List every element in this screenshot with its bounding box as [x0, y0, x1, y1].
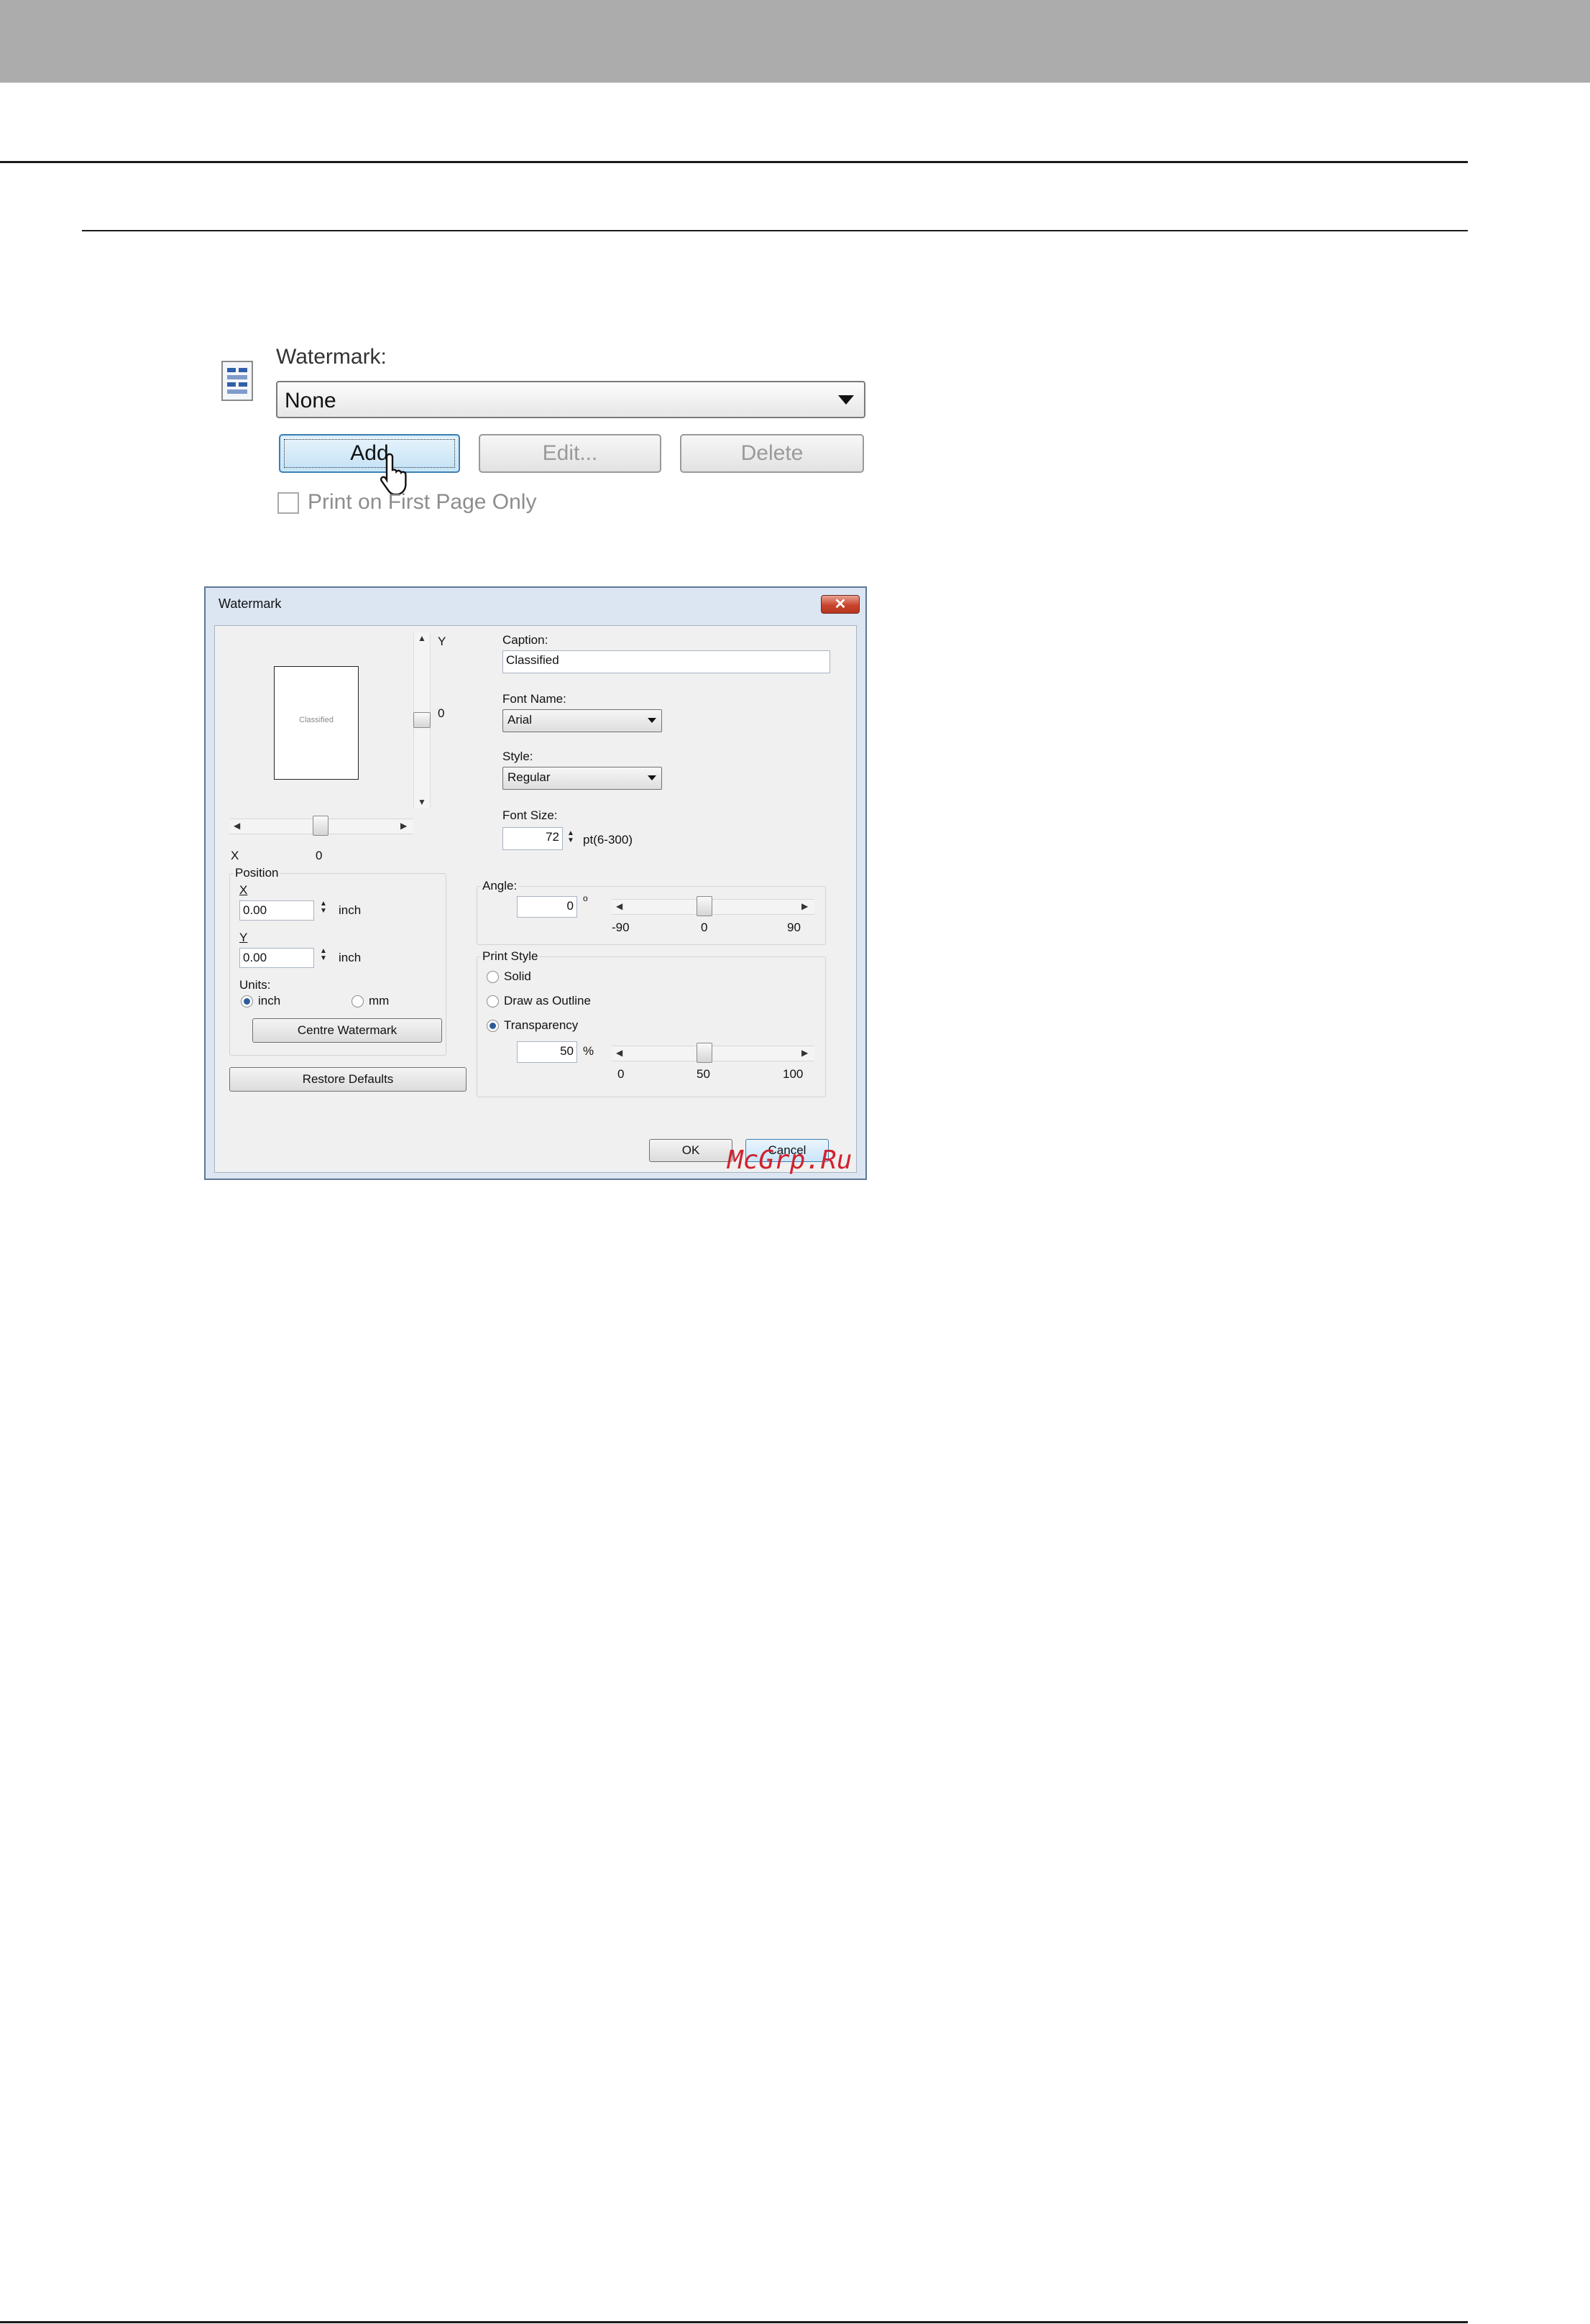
- header-rule-top: [0, 161, 1468, 163]
- scroll-up-icon[interactable]: ▲: [418, 633, 426, 643]
- unit-inch-radio[interactable]: [241, 995, 253, 1007]
- transparency-label: Transparency: [504, 1018, 579, 1032]
- footer-rule: [0, 2321, 1468, 2323]
- angle-slider[interactable]: ◀ ▶: [612, 896, 814, 916]
- watermark-control-snippet: Watermark: None Add Edit... Delete Print…: [216, 345, 877, 532]
- transparency-mid-label: 50: [697, 1067, 710, 1081]
- scroll-left-icon[interactable]: ◀: [234, 821, 240, 831]
- outline-radio[interactable]: [487, 995, 499, 1007]
- preview-caption: Classified: [299, 716, 334, 724]
- scroll-right-icon[interactable]: ▶: [400, 821, 407, 831]
- outline-label: Draw as Outline: [504, 994, 591, 1007]
- scroll-left-icon[interactable]: ◀: [616, 901, 622, 911]
- scroll-left-icon[interactable]: ◀: [616, 1048, 622, 1058]
- position-group-label: Position: [234, 866, 280, 880]
- watermark-label: Watermark:: [276, 345, 387, 369]
- position-y-unit: inch: [339, 951, 362, 964]
- close-button[interactable]: ✕: [821, 595, 860, 614]
- watermark-select-value: None: [285, 389, 336, 412]
- angle-mid-label: 0: [701, 921, 708, 934]
- x-axis-value: 0: [316, 849, 323, 862]
- site-watermark-text: McGrp.Ru: [727, 1145, 853, 1175]
- chevron-down-icon: [648, 775, 656, 780]
- add-button[interactable]: Add: [279, 434, 460, 473]
- solid-radio[interactable]: [487, 971, 499, 983]
- transparency-slider[interactable]: ◀ ▶: [612, 1043, 814, 1063]
- angle-input[interactable]: 0: [517, 896, 577, 918]
- y-axis-label: Y: [438, 635, 446, 648]
- scroll-right-icon[interactable]: ▶: [801, 901, 808, 911]
- angle-group-label: Angle:: [481, 879, 519, 893]
- style-value: Regular: [507, 770, 551, 784]
- position-x-unit: inch: [339, 903, 362, 917]
- close-icon: ✕: [834, 596, 847, 612]
- caption-label: Caption:: [502, 633, 548, 647]
- position-y-label: Y: [239, 931, 248, 944]
- y-position-slider[interactable]: ▲ ▼: [413, 633, 431, 808]
- print-style-group-label: Print Style: [481, 949, 540, 964]
- transparency-min-label: 0: [617, 1067, 625, 1081]
- chevron-down-icon: [838, 395, 854, 405]
- transparency-max-label: 100: [783, 1067, 804, 1081]
- centre-watermark-button[interactable]: Centre Watermark: [252, 1018, 442, 1043]
- angle-slider-thumb[interactable]: [697, 896, 712, 916]
- position-x-input[interactable]: 0.00: [239, 900, 314, 921]
- unit-mm-label: mm: [369, 994, 390, 1007]
- print-first-page-checkbox[interactable]: [277, 492, 299, 514]
- watermark-select[interactable]: None: [276, 381, 865, 418]
- y-axis-value: 0: [438, 706, 445, 720]
- x-axis-label: X: [231, 849, 239, 862]
- transparency-input[interactable]: 50: [517, 1041, 577, 1063]
- focus-ring: [284, 439, 455, 468]
- position-y-spinner[interactable]: ▲ ▼: [318, 948, 328, 962]
- edit-button[interactable]: Edit...: [479, 434, 661, 473]
- dialog-client-area: Classified ▲ ▼ Y 0 ◀ ▶ X 0 Position X 0.…: [214, 625, 857, 1173]
- x-slider-thumb[interactable]: [313, 816, 328, 836]
- style-label: Style:: [502, 750, 533, 763]
- watermark-page-icon: [221, 361, 253, 401]
- watermark-dialog: Watermark ✕ Classified ▲ ▼ Y 0 ◀ ▶ X 0 P…: [204, 586, 867, 1180]
- degree-symbol: o: [583, 893, 588, 903]
- scroll-right-icon[interactable]: ▶: [801, 1048, 808, 1058]
- print-first-page-label: Print on First Page Only: [308, 490, 537, 514]
- page-preview: Classified: [274, 666, 359, 780]
- font-size-spinner[interactable]: ▲ ▼: [566, 830, 576, 844]
- position-y-input[interactable]: 0.00: [239, 948, 314, 968]
- transparency-slider-thumb[interactable]: [697, 1043, 712, 1063]
- y-slider-thumb[interactable]: [413, 712, 431, 728]
- font-name-value: Arial: [507, 713, 533, 727]
- font-size-range: pt(6-300): [583, 833, 633, 847]
- unit-inch-label: inch: [258, 994, 281, 1007]
- font-name-select[interactable]: Arial: [502, 709, 662, 732]
- position-x-spinner[interactable]: ▲ ▼: [318, 900, 328, 915]
- font-name-label: Font Name:: [502, 692, 566, 706]
- x-position-slider[interactable]: ◀ ▶: [229, 816, 413, 836]
- units-label: Units:: [239, 978, 271, 992]
- style-select[interactable]: Regular: [502, 767, 662, 790]
- caption-input[interactable]: Classified: [502, 650, 830, 673]
- font-size-input[interactable]: 72: [502, 827, 563, 850]
- solid-label: Solid: [504, 969, 531, 983]
- dialog-title: Watermark: [219, 596, 282, 611]
- transparency-radio[interactable]: [487, 1020, 499, 1032]
- delete-button[interactable]: Delete: [680, 434, 864, 473]
- percent-symbol: %: [583, 1044, 594, 1058]
- font-size-label: Font Size:: [502, 808, 558, 822]
- position-x-label: X: [239, 883, 248, 897]
- scroll-down-icon[interactable]: ▼: [418, 797, 426, 807]
- angle-min-label: -90: [612, 921, 630, 934]
- page-header-band: [0, 0, 1590, 83]
- ok-button[interactable]: OK: [649, 1139, 732, 1162]
- header-rule-section: [82, 230, 1468, 231]
- restore-defaults-button[interactable]: Restore Defaults: [229, 1067, 467, 1092]
- unit-mm-radio[interactable]: [351, 995, 364, 1007]
- chevron-down-icon: [648, 718, 656, 723]
- angle-max-label: 90: [787, 921, 801, 934]
